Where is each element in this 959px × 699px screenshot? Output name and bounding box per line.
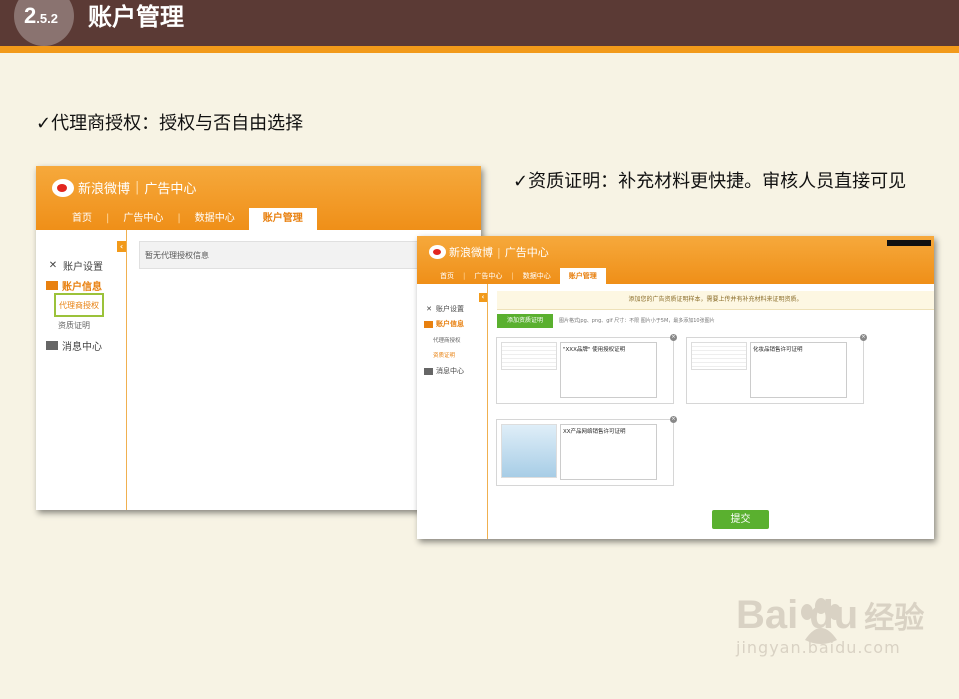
sidebar-item-info[interactable]: 账户信息 — [46, 278, 102, 293]
caption-qualification: ✓资质证明：补充材料更快捷。审核人员直接可见 — [513, 171, 907, 192]
sidebar-item-label: 消息中心 — [436, 367, 464, 375]
close-icon[interactable]: × — [670, 416, 677, 423]
sidebar-item-label: 账户信息 — [436, 320, 464, 328]
wrench-icon: ✕ — [426, 305, 432, 313]
nav-home[interactable]: 首页 — [58, 208, 106, 230]
sidebar-item-label: 账户设置 — [63, 262, 103, 273]
sidebar-item-agent-auth[interactable]: 代理商授权 — [54, 293, 104, 317]
sidebar-item-messages[interactable]: 消息中心 — [46, 338, 102, 353]
nav-data-center[interactable]: 数据中心 — [514, 268, 560, 284]
submit-button[interactable]: 提交 — [712, 510, 769, 529]
card-description[interactable]: 化妆品销售许可证明 — [750, 342, 847, 398]
message-icon — [424, 367, 433, 375]
baidu-url: jingyan.baidu.com — [736, 638, 901, 657]
sidebar-item-label: 账户设置 — [436, 305, 464, 313]
sidebar-item-label: 账户信息 — [62, 282, 102, 293]
qualification-card[interactable]: XX产品网络销售许可证明 × — [496, 416, 677, 486]
nav-data-center[interactable]: 数据中心 — [181, 208, 249, 230]
brand-name: 新浪微博 — [78, 182, 131, 197]
notice-banner: 添加您的广告资质证明样本，需要上传并有补充材料来证明资质。 — [497, 291, 934, 310]
main-nav: 首页 | 广告中心 | 数据中心 账户管理 — [431, 268, 606, 284]
qualification-panel: 新浪微博 | 广告中心 首页 | 广告中心 | 数据中心 账户管理 ✕ 账户设置… — [417, 236, 934, 539]
card-description[interactable]: "XXX品牌" 使用授权证明 — [560, 342, 657, 398]
qualification-card[interactable]: "XXX品牌" 使用授权证明 × — [496, 334, 677, 404]
close-icon[interactable]: × — [860, 334, 867, 341]
caption-agent-auth: ✓代理商授权：授权与否自由选择 — [36, 113, 304, 134]
sidebar: ✕ 账户设置 账户信息 代理商授权 资质证明 消息中心 — [417, 284, 488, 539]
brand-divider: | — [497, 245, 501, 259]
document-thumbnail — [501, 342, 557, 370]
sidebar-item-label: 资质证明 — [433, 353, 456, 359]
baidu-label: 经验 — [864, 601, 925, 636]
close-icon[interactable]: × — [670, 334, 677, 341]
id-card-icon — [46, 281, 58, 290]
card-description[interactable]: XX产品网络销售许可证明 — [560, 424, 657, 480]
agent-auth-panel: 新浪微博 | 广告中心 首页 | 广告中心 | 数据中心 账户管理 ✕ 账户设置… — [36, 166, 481, 510]
sidebar-item-label: 代理商授权 — [59, 300, 99, 310]
sidebar-item-messages[interactable]: 消息中心 — [424, 366, 464, 376]
top-bar-stripe — [0, 46, 959, 53]
poster-thumbnail — [501, 424, 557, 478]
add-qualification-button[interactable]: 添加资质证明 — [497, 314, 553, 328]
redaction-bar — [887, 240, 931, 246]
page-title: 账户管理 — [88, 3, 184, 31]
weibo-logo-icon — [52, 178, 74, 197]
baidu-logo: Bai du — [736, 593, 859, 637]
weibo-brand[interactable]: 新浪微博 | 广告中心 — [52, 178, 196, 197]
sidebar-item-qualification[interactable]: 资质证明 — [58, 320, 90, 331]
qualification-card[interactable]: 化妆品销售许可证明 × — [686, 334, 867, 404]
main-nav: 首页 | 广告中心 | 数据中心 账户管理 — [58, 208, 317, 230]
sidebar-item-label: 消息中心 — [62, 342, 102, 353]
panel-header: 新浪微博 | 广告中心 首页 | 广告中心 | 数据中心 账户管理 — [417, 236, 934, 284]
message-icon — [46, 341, 58, 350]
weibo-brand[interactable]: 新浪微博 | 广告中心 — [429, 244, 549, 260]
sidebar: ✕ 账户设置 账户信息 代理商授权 资质证明 消息中心 — [36, 230, 127, 510]
sidebar-item-agent-auth[interactable]: 代理商授权 — [433, 336, 461, 344]
sidebar-item-label: 代理商授权 — [433, 338, 461, 344]
section-sub: .5.2 — [36, 11, 58, 26]
nav-account-management[interactable]: 账户管理 — [248, 208, 317, 230]
weibo-logo-icon — [429, 245, 446, 259]
upload-hint: 图片格式jpg、png、gif 尺寸：不限 图片小于5M，最多添加10张图片 — [559, 318, 715, 324]
sidebar-item-info[interactable]: 账户信息 — [424, 319, 464, 329]
collapse-sidebar-button[interactable]: ‹ — [117, 241, 126, 252]
panel-header: 新浪微博 | 广告中心 首页 | 广告中心 | 数据中心 账户管理 — [36, 166, 481, 230]
section-number: 2 — [24, 3, 37, 28]
nav-ad-center[interactable]: 广告中心 — [109, 208, 177, 230]
nav-ad-center[interactable]: 广告中心 — [465, 268, 511, 284]
baidu-watermark: Bai du 经验 jingyan.baidu.com — [736, 593, 924, 657]
sidebar-item-settings[interactable]: ✕ 账户设置 — [424, 304, 464, 314]
id-card-icon — [424, 320, 433, 328]
wrench-icon: ✕ — [48, 260, 58, 271]
brand-name: 新浪微博 — [449, 246, 493, 259]
brand-product: 广告中心 — [144, 182, 197, 197]
sidebar-item-qualification[interactable]: 资质证明 — [433, 351, 455, 359]
document-thumbnail — [691, 342, 747, 370]
sidebar-item-label: 资质证明 — [58, 321, 90, 330]
nav-account-management[interactable]: 账户管理 — [559, 268, 606, 284]
brand-divider: | — [135, 180, 140, 195]
nav-home[interactable]: 首页 — [431, 268, 463, 284]
collapse-sidebar-button[interactable]: ‹ — [479, 293, 487, 302]
brand-product: 广告中心 — [504, 246, 549, 259]
sidebar-item-settings[interactable]: ✕ 账户设置 — [46, 258, 103, 273]
